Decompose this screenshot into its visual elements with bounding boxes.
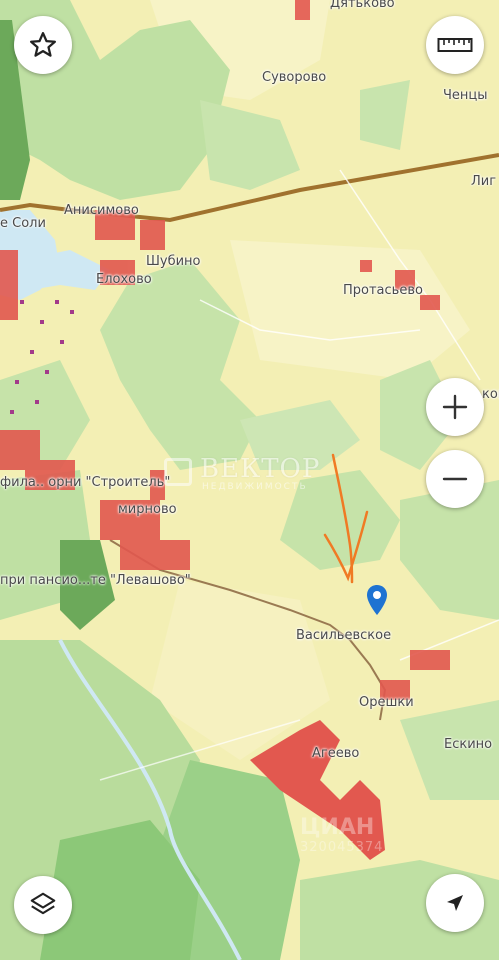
minus-icon	[442, 477, 468, 481]
location-pin-icon[interactable]	[366, 584, 388, 616]
zoom-in-button[interactable]	[426, 378, 484, 436]
favorite-button[interactable]	[14, 16, 72, 74]
place-label: Ченцы	[443, 88, 488, 103]
cian-watermark: ЦИАН 320045374	[300, 815, 384, 855]
vektor-watermark: ВЕКТОР НЕДВИЖИМОСТЬ	[160, 452, 340, 496]
place-label: Елохово	[96, 272, 152, 287]
ruler-button[interactable]	[426, 16, 484, 74]
zoom-out-button[interactable]	[426, 450, 484, 508]
place-label: Васильевское	[296, 628, 392, 643]
plus-icon	[442, 394, 468, 420]
layers-button[interactable]	[14, 876, 72, 934]
place-label: Ескино	[444, 737, 493, 752]
place-label: Анисимово	[64, 203, 139, 218]
place-label: е Соли	[0, 216, 46, 231]
place-label: Суворово	[262, 70, 327, 85]
navigation-arrow-icon	[447, 895, 463, 911]
place-label: Протасьево	[343, 283, 423, 298]
place-label: фила.. орни "Строитель"	[0, 475, 171, 490]
map-canvas[interactable]: ВЕКТОР НЕДВИЖИМОСТЬ ЦИАН 320045374 Дятьк…	[0, 0, 499, 960]
place-label: Орешки	[359, 695, 414, 710]
place-label: Шубино	[146, 254, 201, 269]
place-label: Дятьково	[330, 0, 395, 11]
place-label: ково	[482, 387, 499, 402]
locate-button[interactable]	[426, 874, 484, 932]
ruler-icon	[437, 38, 473, 52]
place-label: мирново	[118, 502, 177, 517]
place-label: Агеево	[312, 746, 360, 761]
layers-icon	[30, 892, 56, 915]
star-icon	[30, 32, 56, 57]
place-label: при пансио...те "Левашово"	[0, 573, 191, 588]
place-label: Лиг	[471, 174, 497, 189]
